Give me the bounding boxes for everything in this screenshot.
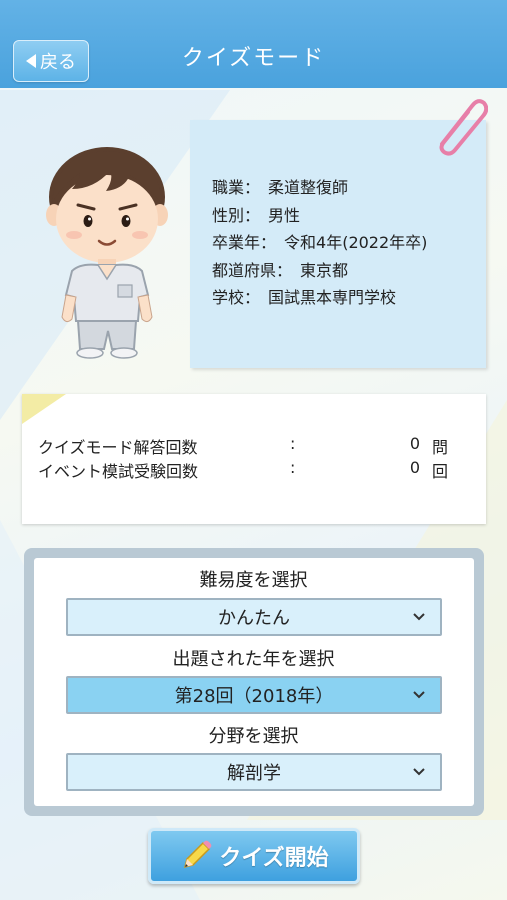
chevron-down-icon: [413, 768, 425, 776]
field-value: 解剖学: [227, 763, 281, 784]
chevron-down-icon: [413, 613, 425, 621]
profile-label: 性別：: [212, 205, 261, 225]
profile-prefecture: 都道府県： 東京都: [212, 257, 427, 285]
year-value: 第28回（2018年）: [174, 686, 334, 707]
difficulty-select[interactable]: かんたん: [66, 598, 442, 636]
stat-colon: :: [290, 458, 296, 477]
profile-list: 職業： 柔道整復師 性別： 男性 卒業年： 令和4年(2022年卒) 都道府県： 東京都…: [212, 174, 427, 312]
profile-label: 都道府県：: [212, 260, 293, 280]
year-label: 出題された年を選択: [172, 649, 335, 670]
page-title: クイズモード: [181, 46, 326, 71]
avatar: [46, 147, 168, 359]
start-quiz-button[interactable]: クイズ開始: [148, 828, 360, 884]
profile-card: 職業： 柔道整復師 性別： 男性 卒業年： 令和4年(2022年卒) 都道府県： 東京都…: [190, 120, 486, 368]
pencil-icon: [184, 840, 212, 869]
stat-unit: 回: [431, 462, 448, 481]
stat-value: 0: [409, 434, 420, 453]
difficulty-label: 難易度を選択: [199, 570, 308, 591]
stat-label: クイズモード解答回数: [38, 438, 198, 457]
profile-value: 令和4年(2022年卒): [284, 233, 428, 252]
stat-colon: :: [290, 434, 296, 453]
profile-label: 卒業年：: [212, 233, 277, 252]
stat-label: イベント模試受験回数: [38, 462, 199, 481]
profile-value: 国試黒本専門学校: [268, 288, 397, 307]
stat-quiz-answers: クイズモード解答回数 : 0 問: [38, 434, 448, 457]
field-label: 分野を選択: [208, 726, 299, 747]
difficulty-value: かんたん: [218, 608, 290, 629]
stat-mock-exams: イベント模試受験回数 : 0 回: [38, 458, 448, 481]
profile-value: 男性: [268, 205, 301, 225]
profile-value: 東京都: [300, 260, 349, 280]
sticky-note-corner: [22, 394, 66, 424]
field-select[interactable]: 解剖学: [66, 753, 442, 791]
profile-label: 学校：: [212, 288, 261, 307]
profile-graduation-year: 卒業年： 令和4年(2022年卒): [212, 229, 427, 257]
profile-gender: 性別： 男性: [212, 202, 427, 230]
app-header: 戻る クイズモード: [0, 0, 507, 88]
profile-value: 柔道整復師: [268, 178, 349, 197]
profile-school: 学校： 国試黒本専門学校: [212, 284, 427, 312]
year-select[interactable]: 第28回（2018年）: [66, 676, 442, 714]
start-quiz-label: クイズ開始: [219, 846, 329, 871]
chevron-down-icon: [413, 691, 425, 699]
profile-label: 職業：: [212, 178, 261, 197]
profile-occupation: 職業： 柔道整復師: [212, 174, 427, 202]
stat-value: 0: [409, 458, 420, 477]
paperclip-icon: [439, 99, 488, 156]
stat-unit: 問: [431, 438, 448, 457]
